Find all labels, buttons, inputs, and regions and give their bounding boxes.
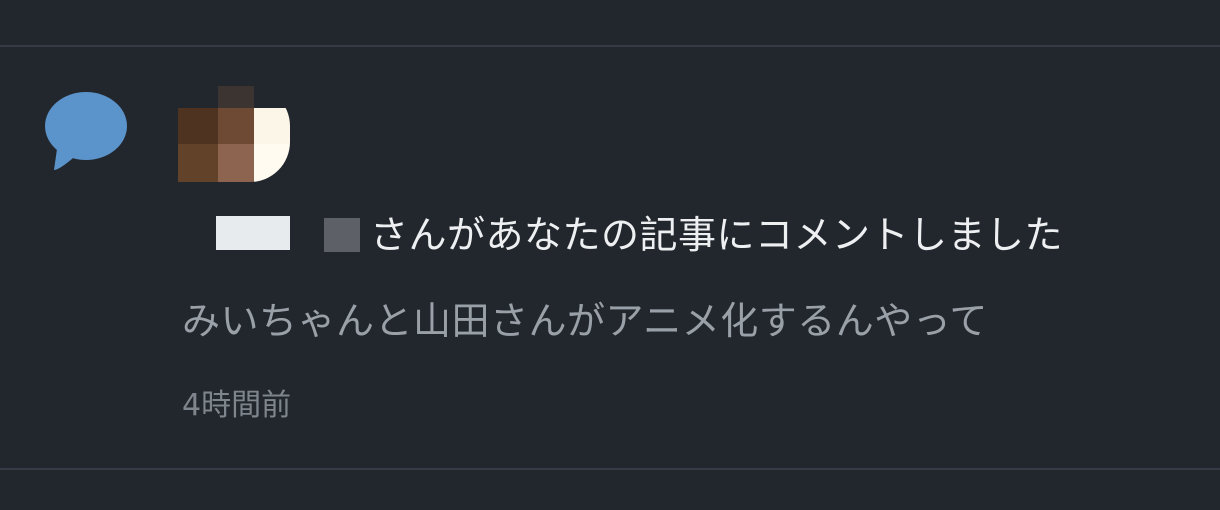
avatar[interactable] xyxy=(178,86,290,182)
speech-bubble-icon xyxy=(45,92,127,170)
timestamp: 4時間前 xyxy=(182,388,292,423)
redacted-username-suffix xyxy=(324,218,360,252)
comment-preview: みいちゃんと山田さんがアニメ化するんやって xyxy=(182,299,988,343)
redacted-username[interactable] xyxy=(216,216,290,250)
bottom-divider xyxy=(0,468,1220,470)
notification-headline: さんがあなたの記事にコメントしました xyxy=(370,213,1064,257)
